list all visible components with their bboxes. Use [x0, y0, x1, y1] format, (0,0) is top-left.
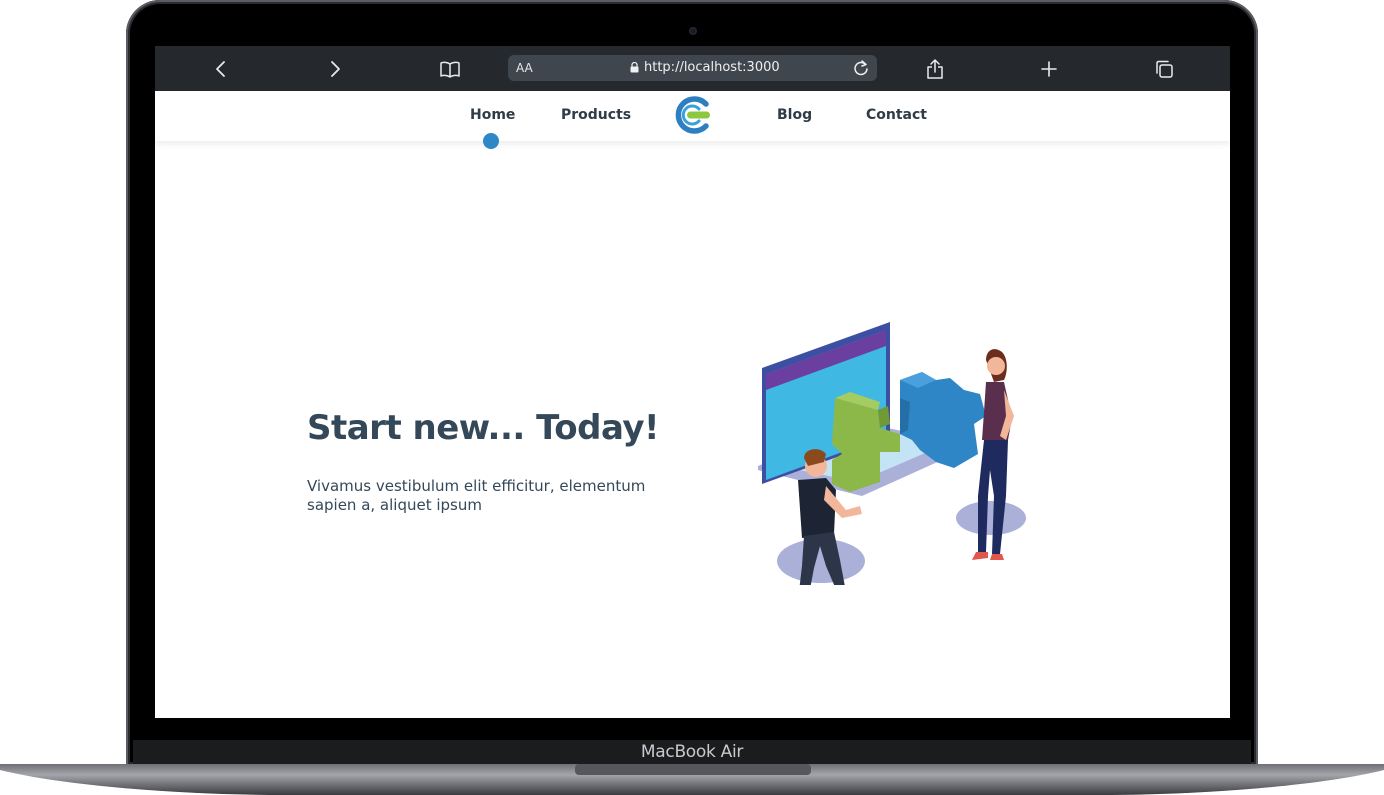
hero-description: Vivamus vestibulum elit efficitur, eleme… [307, 477, 646, 514]
url-text: http://localhost:3000 [644, 60, 780, 75]
nav-link-contact[interactable]: Contact [866, 107, 927, 123]
back-icon [216, 61, 225, 77]
url-display[interactable]: http://localhost:3000 [630, 60, 780, 75]
share-icon [927, 59, 943, 79]
bookmarks-icon [440, 61, 460, 78]
back-button[interactable] [206, 54, 236, 84]
share-button[interactable] [920, 54, 950, 84]
device-brand-label: MacBook Air [640, 742, 744, 762]
bookmarks-button[interactable] [435, 54, 465, 84]
reload-icon[interactable] [851, 58, 871, 78]
laptop-base [0, 764, 1384, 795]
site-navbar: Home Products Blog Contact [155, 91, 1230, 149]
forward-button[interactable] [320, 54, 350, 84]
hero-title: Start new... Today! [307, 408, 660, 448]
nav-link-blog[interactable]: Blog [777, 107, 812, 123]
address-bar[interactable]: AA http://localhost:3000 [508, 55, 877, 81]
reader-mode-button[interactable]: AA [516, 61, 533, 75]
nav-link-products[interactable]: Products [561, 107, 631, 123]
browser-toolbar: AA http://localhost:3000 [155, 46, 1230, 91]
site-logo[interactable] [672, 95, 714, 135]
nav-link-home[interactable]: Home [470, 107, 515, 123]
tabs-icon [1156, 60, 1173, 78]
new-tab-button[interactable] [1034, 54, 1064, 84]
browser-screen: AA http://localhost:3000 Home Products B… [155, 46, 1230, 718]
new-tab-icon [1041, 61, 1057, 77]
forward-icon [331, 61, 340, 77]
teamwork-puzzle-illustration [758, 322, 1026, 585]
tabs-overview-button[interactable] [1149, 54, 1179, 84]
lock-icon [630, 62, 639, 73]
active-nav-indicator [483, 133, 499, 149]
camera-icon [689, 27, 697, 35]
